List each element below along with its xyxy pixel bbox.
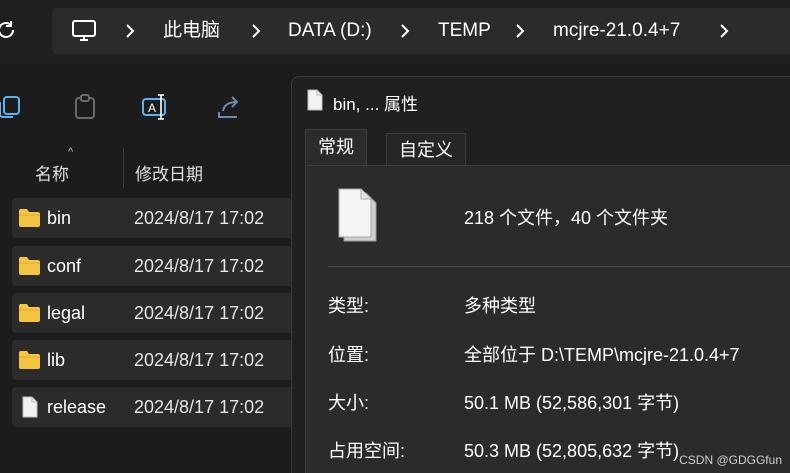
paste-icon[interactable]: [70, 92, 100, 122]
sort-ascending-icon: ^: [68, 146, 74, 158]
list-item[interactable]: bin 2024/8/17 17:02: [12, 198, 302, 238]
breadcrumb-mcjre[interactable]: mcjre-21.0.4+7: [553, 8, 680, 54]
column-name[interactable]: 名称: [35, 160, 69, 185]
file-name: release: [47, 397, 107, 417]
chevron-right-icon[interactable]: [716, 23, 732, 39]
watermark: CSDN @GDGGfun: [679, 453, 782, 467]
type-value: 多种类型: [464, 296, 536, 316]
file-date: 2024/8/17 17:02: [134, 208, 265, 228]
size-on-disk-value: 50.3 MB (52,805,632 字节): [464, 441, 680, 461]
file-name: lib: [47, 350, 66, 370]
file-date: 2024/8/17 17:02: [134, 303, 265, 323]
chevron-right-icon[interactable]: [248, 23, 264, 39]
tab-general[interactable]: 常规: [305, 129, 367, 165]
column-date-modified[interactable]: 修改日期: [135, 160, 203, 185]
address-bar-strip: 此电脑 DATA (D:) TEMP mcjre-21.0.4+7: [0, 0, 790, 64]
file-name: conf: [47, 256, 82, 276]
folder-icon: [19, 304, 40, 322]
copy-icon[interactable]: [0, 92, 24, 122]
divider: [328, 266, 790, 267]
list-item[interactable]: release 2024/8/17 17:02: [12, 387, 302, 427]
location-value: 全部位于 D:\TEMP\mcjre-21.0.4+7: [464, 345, 740, 365]
general-tab-panel: 218 个文件，40 个文件夹 类型: 多种类型 位置: 全部位于 D:\TEM…: [305, 165, 790, 473]
folder-icon: [19, 257, 40, 275]
list-item[interactable]: conf 2024/8/17 17:02: [12, 246, 302, 286]
multi-file-icon: [338, 188, 377, 242]
list-item[interactable]: lib 2024/8/17 17:02: [12, 340, 302, 380]
refresh-icon[interactable]: [0, 18, 18, 42]
size-value: 50.1 MB (52,586,301 字节): [464, 393, 680, 413]
file-date: 2024/8/17 17:02: [134, 350, 265, 370]
folder-icon: [19, 209, 40, 227]
type-label: 类型:: [328, 296, 370, 316]
this-pc-icon[interactable]: [71, 19, 97, 43]
size-label: 大小:: [328, 393, 370, 413]
file-name: bin: [47, 208, 72, 228]
dialog-title: bin, ... 属性: [333, 95, 419, 114]
column-separator[interactable]: [123, 148, 124, 188]
properties-dialog: bin, ... 属性 自定义 218 个文件，40 个文件夹 类型: 多种类型…: [291, 76, 790, 473]
file-list-header: ^ 名称 修改日期: [0, 146, 300, 192]
chevron-right-icon[interactable]: [512, 23, 528, 39]
list-item[interactable]: legal 2024/8/17 17:02: [12, 293, 302, 333]
address-bar[interactable]: 此电脑 DATA (D:) TEMP mcjre-21.0.4+7: [52, 8, 790, 54]
file-icon: [22, 396, 38, 418]
breadcrumb-data-drive[interactable]: DATA (D:): [288, 8, 372, 54]
file-name: legal: [47, 303, 86, 323]
chevron-right-icon[interactable]: [122, 23, 138, 39]
file-icon: [307, 89, 323, 111]
share-icon[interactable]: [214, 92, 244, 122]
folder-icon: [19, 351, 40, 369]
tab-custom[interactable]: 自定义: [386, 133, 466, 167]
file-date: 2024/8/17 17:02: [134, 397, 265, 417]
breadcrumb-this-pc[interactable]: 此电脑: [163, 8, 220, 54]
svg-text:A: A: [148, 101, 156, 115]
rename-icon[interactable]: A: [140, 92, 170, 122]
selection-summary: 218 个文件，40 个文件夹: [464, 208, 669, 228]
breadcrumb-temp[interactable]: TEMP: [438, 8, 491, 54]
file-date: 2024/8/17 17:02: [134, 256, 265, 276]
location-label: 位置:: [328, 345, 370, 365]
chevron-right-icon[interactable]: [397, 23, 413, 39]
size-on-disk-label: 占用空间:: [328, 441, 406, 461]
